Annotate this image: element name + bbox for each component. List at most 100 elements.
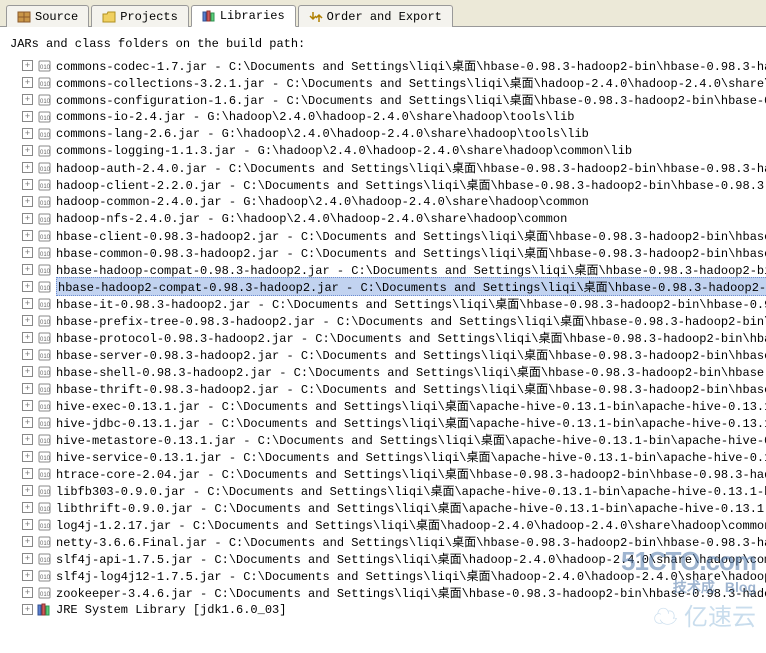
tab-projects[interactable]: Projects — [91, 5, 189, 27]
expand-icon[interactable]: + — [22, 264, 33, 275]
expand-icon[interactable]: + — [22, 77, 33, 88]
package-icon — [17, 11, 31, 23]
jar-icon — [37, 569, 52, 582]
jar-entry[interactable]: +hadoop-common-2.4.0.jar - G:\hadoop\2.4… — [8, 193, 760, 210]
expand-icon[interactable]: + — [22, 315, 33, 326]
expand-icon[interactable]: + — [22, 332, 33, 343]
jar-icon — [37, 433, 52, 446]
expand-icon[interactable]: + — [22, 128, 33, 139]
jar-entry[interactable]: +commons-configuration-1.6.jar - C:\Docu… — [8, 91, 760, 108]
expand-icon[interactable]: + — [22, 434, 33, 445]
expand-icon[interactable]: + — [22, 349, 33, 360]
jar-entry[interactable]: +log4j-1.2.17.jar - C:\Documents and Set… — [8, 516, 760, 533]
expand-icon[interactable]: + — [22, 502, 33, 513]
expand-icon[interactable]: + — [22, 366, 33, 377]
jar-icon — [37, 246, 52, 259]
expand-icon[interactable]: + — [22, 417, 33, 428]
jar-entry[interactable]: +hbase-it-0.98.3-hadoop2.jar - C:\Docume… — [8, 295, 760, 312]
jar-entry[interactable]: +hadoop-client-2.2.0.jar - C:\Documents … — [8, 176, 760, 193]
jar-entry[interactable]: +hbase-thrift-0.98.3-hadoop2.jar - C:\Do… — [8, 380, 760, 397]
jar-entry[interactable]: +hbase-hadoop-compat-0.98.3-hadoop2.jar … — [8, 261, 760, 278]
jar-entry[interactable]: +zookeeper-3.4.6.jar - C:\Documents and … — [8, 584, 760, 601]
jar-entry[interactable]: +commons-logging-1.1.3.jar - G:\hadoop\2… — [8, 142, 760, 159]
expand-icon[interactable]: + — [22, 111, 33, 122]
jar-label: commons-collections-3.2.1.jar - C:\Docum… — [56, 74, 766, 91]
jar-entry[interactable]: +slf4j-api-1.7.5.jar - C:\Documents and … — [8, 550, 760, 567]
jar-entry[interactable]: +hbase-prefix-tree-0.98.3-hadoop2.jar - … — [8, 312, 760, 329]
jar-entry[interactable]: + commons-io-2.4.jar - G:\hadoop\2.4.0\ha… — [8, 108, 760, 125]
jar-entry[interactable]: +hive-service-0.13.1.jar - C:\Documents … — [8, 448, 760, 465]
expand-icon[interactable]: + — [22, 162, 33, 173]
jar-entry[interactable]: +hive-jdbc-0.13.1.jar - C:\Documents and… — [8, 414, 760, 431]
expand-icon[interactable]: + — [22, 196, 33, 207]
jar-entry[interactable]: +hive-exec-0.13.1.jar - C:\Documents and… — [8, 397, 760, 414]
jar-entry[interactable]: +commons-collections-3.2.1.jar - C:\Docu… — [8, 74, 760, 91]
tab-bar: Source Projects LibrariesOrder and Export — [0, 0, 766, 27]
expand-icon[interactable]: + — [22, 145, 33, 156]
expand-icon[interactable]: + — [22, 536, 33, 547]
jar-entry[interactable]: +netty-3.6.6.Final.jar - C:\Documents an… — [8, 533, 760, 550]
tab-order-and-export[interactable]: Order and Export — [298, 5, 453, 27]
jar-label: hbase-protocol-0.98.3-hadoop2.jar - C:\D… — [56, 329, 766, 346]
jar-icon — [37, 263, 52, 276]
expand-icon[interactable]: + — [22, 281, 33, 292]
expand-icon[interactable]: + — [22, 587, 33, 598]
expand-icon[interactable]: + — [22, 604, 33, 615]
expand-icon[interactable]: + — [22, 179, 33, 190]
jar-label: hbase-it-0.98.3-hadoop2.jar - C:\Documen… — [56, 295, 766, 312]
expand-icon[interactable]: + — [22, 60, 33, 71]
jar-entry[interactable]: +hive-metastore-0.13.1.jar - C:\Document… — [8, 431, 760, 448]
jar-entry[interactable]: +slf4j-log4j12-1.7.5.jar - C:\Documents … — [8, 567, 760, 584]
expand-icon[interactable]: + — [22, 213, 33, 224]
jar-icon — [37, 399, 52, 412]
jar-entry[interactable]: +hbase-hadoop2-compat-0.98.3-hadoop2.jar… — [8, 278, 760, 295]
jar-label: htrace-core-2.04.jar - C:\Documents and … — [56, 465, 766, 482]
build-path-heading: JARs and class folders on the build path… — [10, 37, 756, 51]
jar-icon — [37, 501, 52, 514]
expand-icon[interactable]: + — [22, 468, 33, 479]
expand-icon[interactable]: + — [22, 553, 33, 564]
jar-entry[interactable]: +hbase-common-0.98.3-hadoop2.jar - C:\Do… — [8, 244, 760, 261]
jar-entry[interactable]: +libthrift-0.9.0.jar - C:\Documents and … — [8, 499, 760, 516]
jar-label: commons-configuration-1.6.jar - C:\Docum… — [56, 91, 766, 108]
jar-entry[interactable]: +hadoop-nfs-2.4.0.jar - G:\hadoop\2.4.0\… — [8, 210, 760, 227]
jar-entry[interactable]: +hbase-shell-0.98.3-hadoop2.jar - C:\Doc… — [8, 363, 760, 380]
jar-entry[interactable]: +htrace-core-2.04.jar - C:\Documents and… — [8, 465, 760, 482]
jar-entry[interactable]: +commons-lang-2.6.jar - G:\hadoop\2.4.0\… — [8, 125, 760, 142]
expand-icon[interactable]: + — [22, 570, 33, 581]
jre-system-library[interactable]: + JRE System Library [jdk1.6.0_03] — [8, 601, 760, 618]
expand-icon[interactable]: + — [22, 383, 33, 394]
tab-source[interactable]: Source — [6, 5, 89, 27]
jar-entry[interactable]: +libfb303-0.9.0.jar - C:\Documents and S… — [8, 482, 760, 499]
expand-icon[interactable]: + — [22, 247, 33, 258]
jar-label: hbase-prefix-tree-0.98.3-hadoop2.jar - C… — [56, 312, 766, 329]
jar-entry[interactable]: +hbase-protocol-0.98.3-hadoop2.jar - C:\… — [8, 329, 760, 346]
jar-label: hive-jdbc-0.13.1.jar - C:\Documents and … — [56, 414, 766, 431]
jar-icon — [37, 229, 52, 242]
expand-icon[interactable]: + — [22, 519, 33, 530]
jar-icon — [37, 535, 52, 548]
expand-icon[interactable]: + — [22, 230, 33, 241]
jar-entry[interactable]: +hadoop-auth-2.4.0.jar - C:\Documents an… — [8, 159, 760, 176]
jar-entry[interactable]: +hbase-server-0.98.3-hadoop2.jar - C:\Do… — [8, 346, 760, 363]
jar-entry[interactable]: +commons-codec-1.7.jar - C:\Documents an… — [8, 57, 760, 74]
folder-open-icon — [102, 11, 116, 23]
jar-label: hive-exec-0.13.1.jar - C:\Documents and … — [56, 397, 766, 414]
jar-icon — [37, 552, 52, 565]
expand-icon[interactable]: + — [22, 94, 33, 105]
expand-icon[interactable]: + — [22, 485, 33, 496]
expand-icon[interactable]: + — [22, 298, 33, 309]
expand-icon[interactable]: + — [22, 400, 33, 411]
expand-icon[interactable]: + — [22, 451, 33, 462]
tab-libraries[interactable]: Libraries — [191, 5, 296, 27]
jre-label: JRE System Library [jdk1.6.0_03] — [56, 603, 286, 617]
jar-label: slf4j-api-1.7.5.jar - C:\Documents and S… — [56, 550, 766, 567]
jar-label: commons-io-2.4.jar - G:\hadoop\2.4.0\had… — [56, 110, 574, 124]
jar-icon — [37, 127, 52, 140]
jar-entry[interactable]: +hbase-client-0.98.3-hadoop2.jar - C:\Do… — [8, 227, 760, 244]
tab-label: Projects — [120, 10, 178, 24]
jar-label: hbase-common-0.98.3-hadoop2.jar - C:\Doc… — [56, 244, 766, 261]
jar-tree[interactable]: +commons-codec-1.7.jar - C:\Documents an… — [6, 57, 760, 618]
jar-label: log4j-1.2.17.jar - C:\Documents and Sett… — [56, 516, 766, 533]
jar-icon — [37, 59, 52, 72]
